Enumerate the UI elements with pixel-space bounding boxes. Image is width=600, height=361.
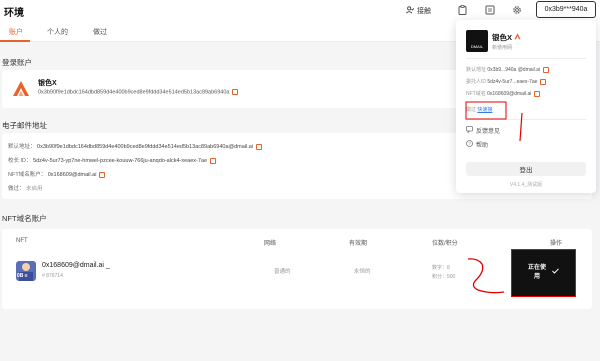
nft-validity: 永恒的 [354, 269, 371, 275]
copy-icon[interactable] [543, 66, 550, 73]
column-header-network: 网络 [264, 241, 277, 247]
silverx-logo-icon [12, 80, 30, 98]
version-text: V4.1.4_测试版 [509, 182, 543, 188]
tab-account[interactable]: 账户 [9, 27, 23, 37]
nft-digits: 数字：8 [432, 265, 450, 271]
notes-icon[interactable] [484, 4, 496, 16]
tab-personal[interactable]: 个人的 [47, 27, 68, 37]
copy-icon[interactable] [210, 157, 217, 164]
email-row-value: 5dz4v-5ur73-yp7ne-hmwel-pzcee-kouuw-766j… [33, 158, 208, 164]
feedback-label: 反馈意见 [476, 129, 501, 135]
email-row-value: 0x168609@dmail.ai [47, 172, 97, 178]
in-use-label-line2: 用 [533, 274, 540, 280]
logout-button[interactable]: 登出 [466, 162, 586, 176]
popup-row-principal: 委托人ID 5dz4v-5ur7...eaex-7ae [466, 78, 547, 85]
email-row-label: 校长 ID： [8, 158, 32, 164]
popup-row-done: 做过 快速接 [466, 106, 492, 113]
account-address: 0x3b90f9e1dbdc164dbd859d4e400b9ced8e9fdd… [38, 89, 230, 96]
nft-avatar-label: 0B ≤ [17, 273, 28, 279]
checkmark-icon [552, 268, 559, 278]
tab-done[interactable]: 做过 [93, 27, 107, 37]
nft-section-title: NFT域名账户 [2, 214, 47, 223]
email-section-title: 电子邮件地址 [2, 121, 47, 130]
email-row-label: 做过： [8, 186, 25, 192]
nft-digits-points: 数字：8 积分：500 [432, 264, 455, 282]
page-title: 环境 [4, 8, 24, 19]
divider [466, 119, 586, 120]
email-row-done: 做过： 未启用 [8, 184, 43, 192]
sign-label: 接触 [417, 8, 431, 15]
popup-row-label: 做过 [466, 107, 477, 113]
popup-row-value: 0x3b9...940a @dmail.ai [487, 67, 541, 73]
help-icon: ? [466, 140, 473, 149]
user-check-icon [406, 6, 415, 16]
gear-icon[interactable] [511, 4, 523, 16]
email-row-value: 未启用 [26, 186, 43, 192]
nft-table-card: NFT 网络 有效期 位数/积分 操作 0B ≤ 0x168609@dmail.… [2, 229, 592, 309]
dmail-logo: DMAIL [466, 30, 488, 52]
popup-row-nft: NFT域名 0x168609@dmail.ai [466, 90, 541, 97]
clipboard-icon[interactable] [456, 4, 468, 16]
popup-row-label: 委托人ID [466, 79, 487, 85]
account-address-button[interactable]: 0x3b9***940a [536, 1, 596, 18]
active-tab-indicator [0, 40, 30, 42]
account-popup: DMAIL 银色X 新使用网 默认地址 0x3b9...940a @dmail.… [456, 20, 596, 193]
nft-network: 普通的 [274, 269, 291, 275]
account-name: 银色X [38, 80, 57, 87]
help-label: 帮助 [476, 143, 489, 149]
in-use-label-line1: 正在使 [527, 265, 546, 271]
dmail-logo-text: DMAIL [470, 44, 484, 49]
sign-button[interactable]: 接触 [406, 5, 431, 17]
nft-avatar: 0B ≤ [16, 261, 36, 281]
popup-subtitle: 新使用网 [492, 45, 513, 51]
popup-row-default: 默认地址 0x3b9...940a @dmail.ai [466, 66, 550, 73]
nft-id: # 876714 [42, 273, 63, 279]
copy-icon[interactable] [232, 89, 239, 95]
column-header-action: 操作 [550, 241, 563, 247]
copy-icon[interactable] [256, 143, 263, 150]
copy-icon[interactable] [99, 171, 106, 178]
help-menu-item[interactable]: ? 帮助 [466, 140, 488, 149]
login-section-title: 登录账户 [2, 58, 32, 67]
column-header-nft: NFT [16, 238, 28, 244]
email-row-nft: NFT域名账户： 0x168609@dmail.ai [8, 170, 106, 178]
nft-name: 0x168609@dmail.ai _ [42, 262, 110, 269]
nft-points: 积分：500 [432, 274, 456, 280]
in-use-button[interactable]: 正在使 用 [511, 249, 576, 297]
column-header-validity: 有效期 [349, 241, 368, 247]
account-address-line: 0x3b90f9e1dbdc164dbd859d4e400b9ced8e9fdd… [38, 89, 239, 96]
silverx-logo-icon [514, 33, 521, 42]
email-row-default: 默认地址： 0x3b90f9e1dbdc164dbd859d4e400b9ced… [8, 142, 263, 150]
popup-row-label: NFT域名 [466, 91, 486, 97]
email-row-principal: 校长 ID： 5dz4v-5ur73-yp7ne-hmwel-pzcee-kou… [8, 156, 217, 164]
popup-row-label: 默认地址 [466, 67, 487, 73]
divider [466, 58, 586, 59]
popup-row-value: 0x168609@dmail.ai [487, 91, 532, 97]
copy-icon[interactable] [534, 90, 541, 97]
feedback-icon [466, 126, 473, 135]
column-header-digits: 位数/积分 [432, 241, 458, 247]
popup-account-name: 银色X [492, 32, 521, 43]
email-row-label: NFT域名账户： [8, 172, 47, 178]
popup-row-value: 5dz4v-5ur7...eaex-7ae [487, 79, 538, 85]
email-row-value: 0x3b90f9e1dbdc164dbd859d4e400b9ced8e9fdd… [37, 144, 254, 150]
top-bar: 环境 接触 0x3b9***940a [0, 0, 600, 22]
popup-name-text: 银色X [492, 33, 513, 42]
quick-connect-link[interactable]: 快速接 [477, 107, 492, 113]
feedback-menu-item[interactable]: 反馈意见 [466, 126, 500, 135]
email-row-label: 默认地址： [8, 144, 36, 150]
copy-icon[interactable] [540, 78, 547, 85]
svg-text:?: ? [468, 141, 471, 146]
